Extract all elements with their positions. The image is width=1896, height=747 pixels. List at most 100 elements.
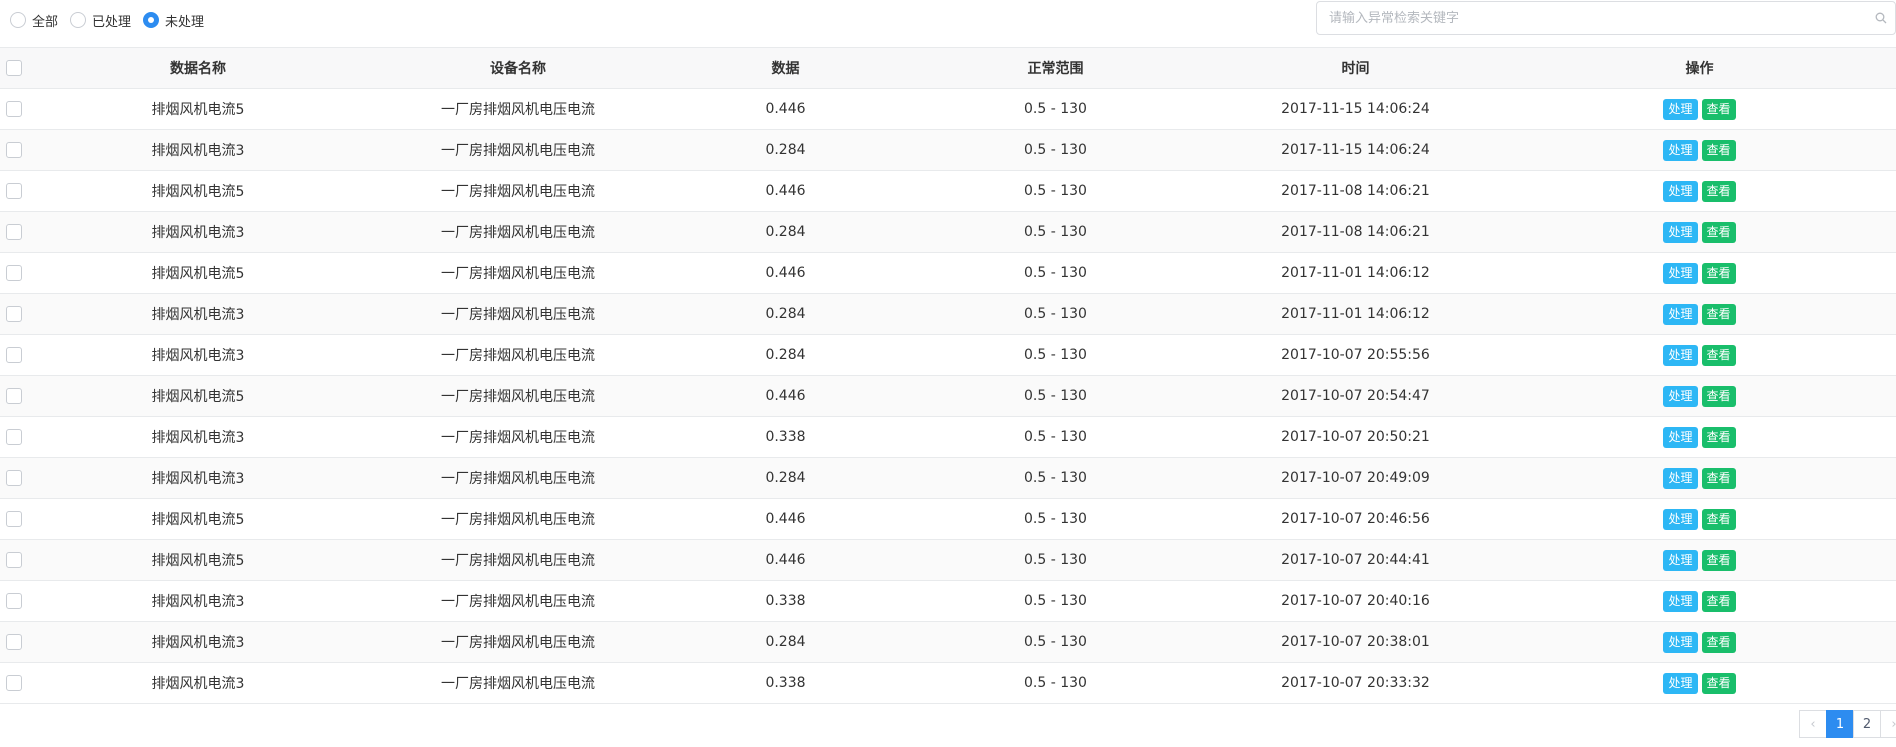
cell-actions: 处理 查看 (1503, 549, 1896, 571)
header-normal-range[interactable]: 正常范围 (903, 58, 1208, 78)
search-icon[interactable] (1875, 12, 1887, 24)
row-checkbox[interactable] (6, 142, 22, 158)
table-row: 排烟风机电流3 一厂房排烟风机电压电流 0.284 0.5 - 130 2017-11-… (0, 294, 1896, 335)
view-button[interactable]: 查看 (1701, 262, 1736, 284)
radio-all[interactable]: 全部 (10, 11, 58, 30)
cell-value: 0.446 (765, 552, 806, 568)
header-data-name[interactable]: 数据名称 (28, 58, 368, 78)
cell-data-name: 排烟风机电流5 (151, 389, 245, 405)
view-button[interactable]: 查看 (1701, 672, 1736, 694)
chevron-right-icon[interactable]: › (1880, 710, 1896, 738)
row-checkbox[interactable] (6, 470, 22, 486)
radio-processed[interactable]: 已处理 (70, 11, 131, 30)
handle-button[interactable]: 处理 (1663, 303, 1698, 325)
row-checkbox[interactable] (6, 511, 22, 527)
row-checkbox[interactable] (6, 306, 22, 322)
radio-processed-label: 已处理 (92, 14, 132, 30)
page-1-button[interactable]: 1 (1826, 710, 1854, 738)
cell-normal-range: 0.5 - 130 (1024, 265, 1087, 281)
table-row: 排烟风机电流5 一厂房排烟风机电压电流 0.446 0.5 - 130 2017-11-… (0, 253, 1896, 294)
cell-data-name: 排烟风机电流3 (151, 676, 245, 692)
radio-circle-selected[interactable] (143, 12, 160, 28)
chevron-left-icon[interactable]: ‹ (1799, 710, 1827, 738)
view-button[interactable]: 查看 (1701, 385, 1736, 407)
view-button[interactable]: 查看 (1701, 344, 1736, 366)
row-checkbox[interactable] (6, 388, 22, 404)
handle-button[interactable]: 处理 (1663, 221, 1698, 243)
radio-unprocessed[interactable]: 未处理 (143, 11, 204, 30)
cell-time: 2017-10-07 20:49:09 (1281, 470, 1430, 486)
cell-value: 0.284 (765, 142, 806, 158)
cell-normal-range: 0.5 - 130 (1024, 101, 1087, 117)
header-device-name[interactable]: 设备名称 (368, 58, 668, 78)
cell-time: 2017-10-07 20:44:41 (1281, 552, 1430, 568)
handle-button[interactable]: 处理 (1663, 631, 1698, 653)
row-checkbox[interactable] (6, 552, 22, 568)
cell-actions: 处理 查看 (1503, 221, 1896, 243)
cell-normal-range: 0.5 - 130 (1024, 593, 1087, 609)
cell-normal-range: 0.5 - 130 (1024, 224, 1087, 240)
view-button[interactable]: 查看 (1701, 590, 1736, 612)
handle-button[interactable]: 处理 (1663, 672, 1698, 694)
view-button[interactable]: 查看 (1701, 467, 1736, 489)
page-2-button[interactable]: 2 (1853, 710, 1881, 738)
radio-circle[interactable] (70, 12, 87, 28)
view-button[interactable]: 查看 (1701, 139, 1736, 161)
row-checkbox[interactable] (6, 101, 22, 117)
row-select-cell (0, 675, 28, 691)
cell-normal-range: 0.5 - 130 (1024, 470, 1087, 486)
row-checkbox[interactable] (6, 347, 22, 363)
row-checkbox[interactable] (6, 593, 22, 609)
view-button[interactable]: 查看 (1701, 426, 1736, 448)
select-all-checkbox[interactable] (6, 60, 22, 76)
cell-time: 2017-11-01 14:06:12 (1281, 265, 1430, 281)
view-button[interactable]: 查看 (1701, 303, 1736, 325)
cell-device-name: 一厂房排烟风机电压电流 (441, 143, 595, 159)
handle-button[interactable]: 处理 (1663, 98, 1698, 120)
row-checkbox[interactable] (6, 183, 22, 199)
handle-button[interactable]: 处理 (1663, 262, 1698, 284)
cell-data-name: 排烟风机电流5 (151, 512, 245, 528)
handle-button[interactable]: 处理 (1663, 344, 1698, 366)
table-row: 排烟风机电流5 一厂房排烟风机电压电流 0.446 0.5 - 130 2017-10-… (0, 376, 1896, 417)
radio-circle[interactable] (10, 12, 26, 28)
header-time[interactable]: 时间 (1208, 58, 1503, 78)
view-button[interactable]: 查看 (1701, 508, 1736, 530)
table-row: 排烟风机电流3 一厂房排烟风机电压电流 0.284 0.5 - 130 2017-10-… (0, 622, 1896, 663)
cell-value: 0.446 (765, 511, 806, 527)
view-button[interactable]: 查看 (1701, 98, 1736, 120)
cell-device-name: 一厂房排烟风机电压电流 (441, 102, 595, 118)
handle-button[interactable]: 处理 (1663, 180, 1698, 202)
header-value[interactable]: 数据 (668, 58, 903, 78)
pagination: ‹ 1 2 › (1799, 710, 1896, 738)
cell-data-name: 排烟风机电流5 (151, 184, 245, 200)
row-select-cell (0, 265, 28, 281)
cell-value: 0.284 (765, 470, 806, 486)
cell-data-name: 排烟风机电流3 (151, 471, 245, 487)
cell-data-name: 排烟风机电流5 (151, 266, 245, 282)
row-checkbox[interactable] (6, 429, 22, 445)
handle-button[interactable]: 处理 (1663, 139, 1698, 161)
handle-button[interactable]: 处理 (1663, 508, 1698, 530)
table-row: 排烟风机电流5 一厂房排烟风机电压电流 0.446 0.5 - 130 2017-11-… (0, 89, 1896, 130)
view-button[interactable]: 查看 (1701, 631, 1736, 653)
handle-button[interactable]: 处理 (1663, 549, 1698, 571)
cell-data-name: 排烟风机电流3 (151, 594, 245, 610)
view-button[interactable]: 查看 (1701, 180, 1736, 202)
handle-button[interactable]: 处理 (1663, 385, 1698, 407)
row-checkbox[interactable] (6, 265, 22, 281)
search-input[interactable] (1327, 2, 1851, 34)
handle-button[interactable]: 处理 (1663, 467, 1698, 489)
cell-device-name: 一厂房排烟风机电压电流 (441, 184, 595, 200)
cell-device-name: 一厂房排烟风机电压电流 (441, 348, 595, 364)
cell-device-name: 一厂房排烟风机电压电流 (441, 430, 595, 446)
row-checkbox[interactable] (6, 224, 22, 240)
row-select-cell (0, 634, 28, 650)
view-button[interactable]: 查看 (1701, 221, 1736, 243)
view-button[interactable]: 查看 (1701, 549, 1736, 571)
handle-button[interactable]: 处理 (1663, 426, 1698, 448)
row-checkbox[interactable] (6, 675, 22, 691)
handle-button[interactable]: 处理 (1663, 590, 1698, 612)
row-checkbox[interactable] (6, 634, 22, 650)
radio-unprocessed-label: 未处理 (165, 14, 205, 30)
